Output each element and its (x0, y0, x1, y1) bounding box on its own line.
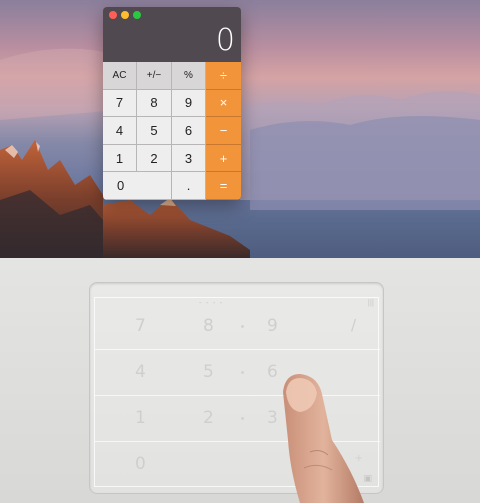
trackpad[interactable]: - - - - ||| 7 8 9 / 4 5 6 1 2 3 0 + ▣ (89, 282, 384, 494)
digit-4-key[interactable]: 4 (103, 117, 137, 145)
trackpad-numpad-overlay: - - - - ||| 7 8 9 / 4 5 6 1 2 3 0 + ▣ (94, 297, 380, 488)
close-window-button[interactable] (109, 11, 117, 19)
digit-8-key[interactable]: 8 (137, 89, 172, 118)
digit-9-key[interactable]: 9 (172, 89, 206, 118)
numpad-key-4[interactable]: 4 (135, 362, 146, 382)
digit-5-key[interactable]: 5 (137, 117, 172, 145)
numpad-key-5[interactable]: 5 (203, 362, 214, 382)
zoom-window-button[interactable] (133, 11, 141, 19)
numpad-key-2[interactable]: 2 (203, 408, 214, 428)
calculator-window: 0 AC +/− % ÷ 7 8 9 × 4 5 6 − 1 2 3 + 0 .… (103, 7, 241, 200)
sign-toggle-key[interactable]: +/− (137, 62, 172, 90)
decimal-key[interactable]: . (172, 172, 206, 200)
numpad-key-1[interactable]: 1 (135, 408, 146, 428)
divide-key[interactable]: ÷ (206, 62, 241, 90)
numpad-row: 7 8 9 / (95, 304, 380, 350)
numpad-separator-dot (241, 325, 244, 328)
numpad-row: 1 2 3 (95, 396, 380, 442)
digit-1-key[interactable]: 1 (103, 144, 137, 173)
numpad-plus-key[interactable]: + (355, 450, 363, 465)
digit-3-key[interactable]: 3 (172, 144, 206, 173)
numpad-key-0[interactable]: 0 (135, 454, 146, 474)
title-bar[interactable] (103, 7, 241, 23)
numpad-key-8[interactable]: 8 (203, 316, 214, 336)
numpad-row: 0 + (95, 442, 380, 488)
calculator-display: 0 (215, 23, 235, 58)
numpad-key-6[interactable]: 6 (267, 362, 278, 382)
numpad-toggle-icon[interactable]: ▣ (363, 473, 372, 484)
calculator-keypad: AC +/− % ÷ 7 8 9 × 4 5 6 − 1 2 3 + 0 . = (103, 62, 241, 200)
digit-2-key[interactable]: 2 (137, 144, 172, 173)
multiply-key[interactable]: × (206, 89, 241, 118)
numpad-separator-dot (241, 417, 244, 420)
digit-7-key[interactable]: 7 (103, 89, 137, 118)
add-key[interactable]: + (206, 144, 241, 173)
equals-key[interactable]: = (206, 172, 241, 200)
numpad-separator-dot (241, 371, 244, 374)
clear-key[interactable]: AC (103, 62, 137, 90)
screen: 0 AC +/− % ÷ 7 8 9 × 4 5 6 − 1 2 3 + 0 .… (0, 0, 480, 503)
digit-6-key[interactable]: 6 (172, 117, 206, 145)
numpad-key-3[interactable]: 3 (267, 408, 278, 428)
minimize-window-button[interactable] (121, 11, 129, 19)
numpad-key-9[interactable]: 9 (267, 316, 278, 336)
numpad-key-7[interactable]: 7 (135, 316, 146, 336)
numpad-row: 4 5 6 (95, 350, 380, 396)
digit-0-key[interactable]: 0 (103, 172, 172, 200)
numpad-divide-key[interactable]: / (351, 316, 356, 334)
percent-key[interactable]: % (172, 62, 206, 90)
subtract-key[interactable]: − (206, 117, 241, 145)
laptop-palm-rest: - - - - ||| 7 8 9 / 4 5 6 1 2 3 0 + ▣ (0, 258, 480, 503)
